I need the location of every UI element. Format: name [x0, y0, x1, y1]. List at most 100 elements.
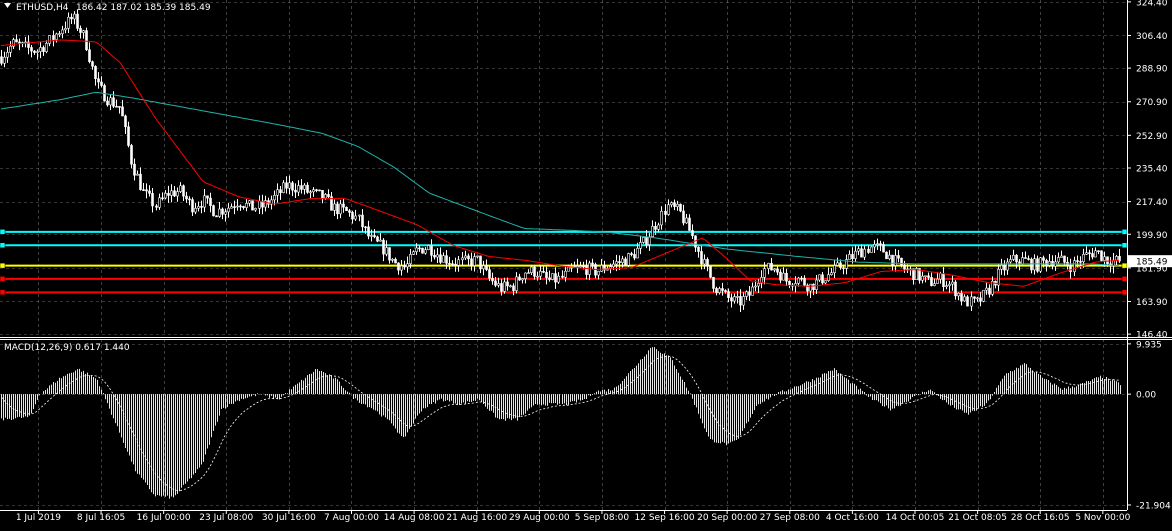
candle-body [294, 189, 297, 193]
candle-body [1024, 257, 1027, 259]
candle-body [836, 262, 839, 266]
candle-body [215, 215, 218, 218]
candle-body [712, 277, 715, 289]
candle-body [245, 203, 248, 208]
candle-body [82, 30, 85, 33]
candle-body [739, 296, 742, 306]
candle-body [476, 255, 479, 258]
candle-body [1000, 265, 1003, 270]
candle-body [664, 210, 667, 215]
time-tick-label: 27 Sep 08:00 [760, 513, 820, 523]
candle-body [373, 235, 376, 238]
candle-body [1012, 254, 1015, 260]
candle-body [624, 258, 627, 266]
candle-body [676, 203, 679, 207]
time-tick-label: 1 Jul 2019 [16, 513, 61, 523]
candle-body [1106, 256, 1109, 265]
candle-body [942, 273, 945, 287]
candle-body [73, 13, 76, 20]
candle-body [42, 47, 45, 52]
price-tick-label: 199.90 [1136, 231, 1168, 241]
candle-body [212, 205, 215, 217]
candle-body [751, 286, 754, 296]
candle-body [885, 251, 888, 260]
candle-body [303, 184, 306, 190]
candle-body [867, 248, 870, 253]
candle-body [364, 226, 367, 229]
chart-svg[interactable]: 324.40 306.40 288.90 270.90 252.90 235.40 217.… [0, 0, 1172, 527]
candle-body [188, 198, 191, 201]
candle-body [997, 268, 1000, 286]
candle-body [600, 264, 603, 272]
candle-body [461, 257, 464, 261]
time-tick-label: 7 Aug 00:00 [324, 513, 379, 523]
candle-body [1091, 253, 1094, 258]
candle-body [397, 262, 400, 271]
time-tick-label: 28 Oct 16:05 [1011, 513, 1070, 523]
candle-body [512, 285, 515, 291]
candle-body [176, 191, 179, 197]
candle-body [203, 195, 206, 208]
candle-body [15, 39, 18, 43]
candle-body [379, 239, 382, 242]
candle-body [382, 239, 385, 255]
price-tick-label: 288.90 [1136, 65, 1168, 75]
candle-body [242, 206, 245, 208]
candle-body [254, 208, 257, 211]
candle-body [1057, 257, 1060, 263]
candle-body [164, 192, 167, 199]
candle-body [979, 297, 982, 302]
candle-body [782, 272, 785, 281]
candle-body [1003, 265, 1006, 271]
candle-body [173, 190, 176, 197]
macd-tick-label: 0.00 [1136, 391, 1156, 401]
candle-body [348, 210, 351, 213]
candle-body [718, 288, 721, 293]
candle-body [1088, 252, 1091, 255]
symbol-label: ETHUSD,H4 [16, 3, 69, 13]
candle-body [67, 16, 70, 29]
candle-body [548, 277, 551, 280]
candle-body [482, 265, 485, 270]
candle-body [648, 236, 651, 245]
candle-body [127, 126, 130, 146]
candle-body [870, 246, 873, 253]
chart-window[interactable]: 324.40 306.40 288.90 270.90 252.90 235.40 217.… [0, 0, 1172, 527]
candle-body [230, 206, 233, 209]
candle-body [409, 254, 412, 264]
candle-body [824, 280, 827, 284]
candle-body [248, 200, 251, 204]
candle-body [167, 192, 170, 196]
candle-body [170, 190, 173, 196]
time-tick-label: 14 Aug 08:00 [384, 513, 445, 523]
candle-body [903, 264, 906, 270]
candle-body [430, 245, 433, 256]
candle-body [1100, 250, 1103, 261]
candle-body [633, 254, 636, 259]
candle-body [706, 259, 709, 267]
candle-body [879, 243, 882, 245]
candle-body [133, 163, 136, 176]
candle-body [273, 194, 276, 201]
candle-body [894, 255, 897, 266]
candle-body [327, 194, 330, 197]
candle-body [939, 273, 942, 280]
candle-body [445, 255, 448, 264]
candle-body [973, 296, 976, 299]
candle-body [860, 248, 863, 258]
candle-body [715, 288, 718, 293]
candle-body [442, 255, 445, 263]
candle-body [370, 235, 373, 237]
candle-body [300, 185, 303, 190]
candle-body [124, 115, 127, 128]
candle-body [155, 205, 158, 208]
candle-body [0, 56, 3, 64]
candle-body [318, 189, 321, 192]
candle-body [185, 195, 188, 200]
candle-body [636, 248, 639, 259]
time-tick-label: 4 Oct 16:00 [826, 513, 879, 523]
candle-body [709, 265, 712, 278]
candle-body [815, 279, 818, 291]
candle-body [557, 275, 560, 283]
candle-body [779, 271, 782, 281]
